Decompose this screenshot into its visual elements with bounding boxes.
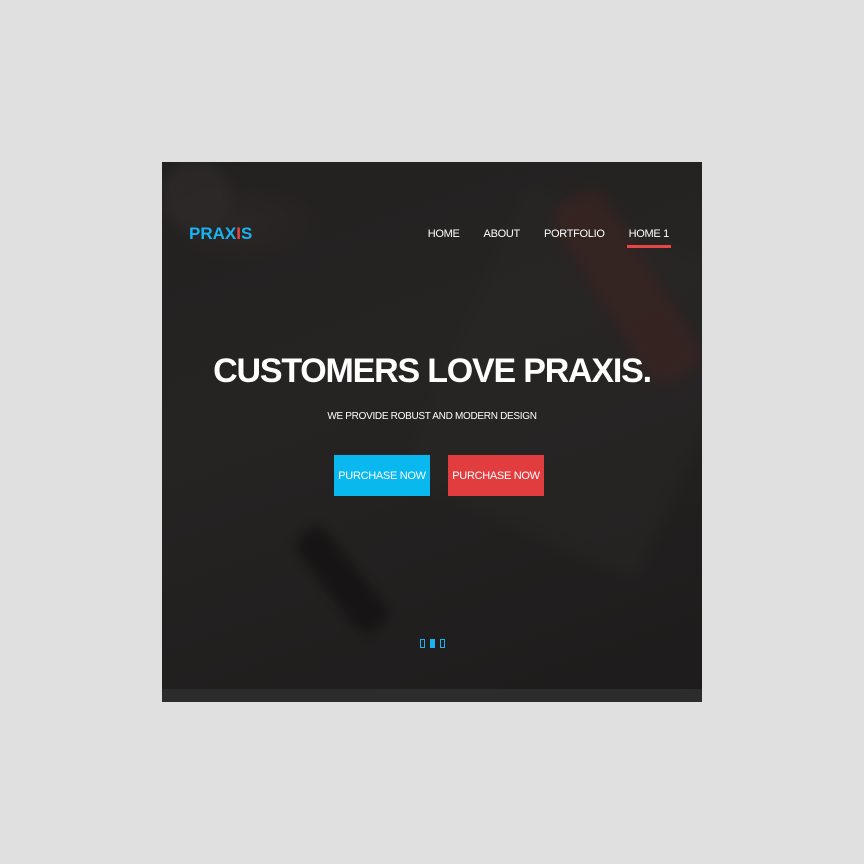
purchase-now-button-secondary[interactable]: PURCHASE NOW	[448, 455, 544, 496]
logo-text-part: S	[240, 224, 253, 243]
main-navigation: HOME ABOUT PORTFOLIO HOME 1	[404, 228, 672, 248]
hero-title: CUSTOMERS LOVE PRAXIS.	[213, 352, 652, 390]
nav-item-home-1[interactable]: HOME 1	[626, 228, 672, 248]
hero-subtitle: WE PROVIDE ROBUST AND MODERN DESIGN	[327, 411, 537, 422]
site-logo[interactable]: PRAXIS	[189, 224, 252, 244]
logo-text-part: PRAX	[189, 224, 237, 243]
site-header: PRAXIS HOME ABOUT PORTFOLIO HOME 1	[162, 162, 702, 272]
nav-item-about[interactable]: ABOUT	[484, 228, 521, 240]
hero-bottom-bar	[162, 689, 702, 702]
slider-dot-active[interactable]	[429, 639, 435, 648]
slider-dot[interactable]	[439, 639, 445, 648]
slider-pagination	[162, 639, 702, 648]
purchase-now-button-primary[interactable]: PURCHASE NOW	[334, 455, 430, 496]
slider-dot[interactable]	[419, 639, 425, 648]
hero-slider-frame: PRAXIS HOME ABOUT PORTFOLIO HOME 1 CUSTO…	[162, 162, 702, 702]
nav-item-portfolio[interactable]: PORTFOLIO	[544, 228, 605, 240]
nav-item-home[interactable]: HOME	[428, 228, 460, 240]
